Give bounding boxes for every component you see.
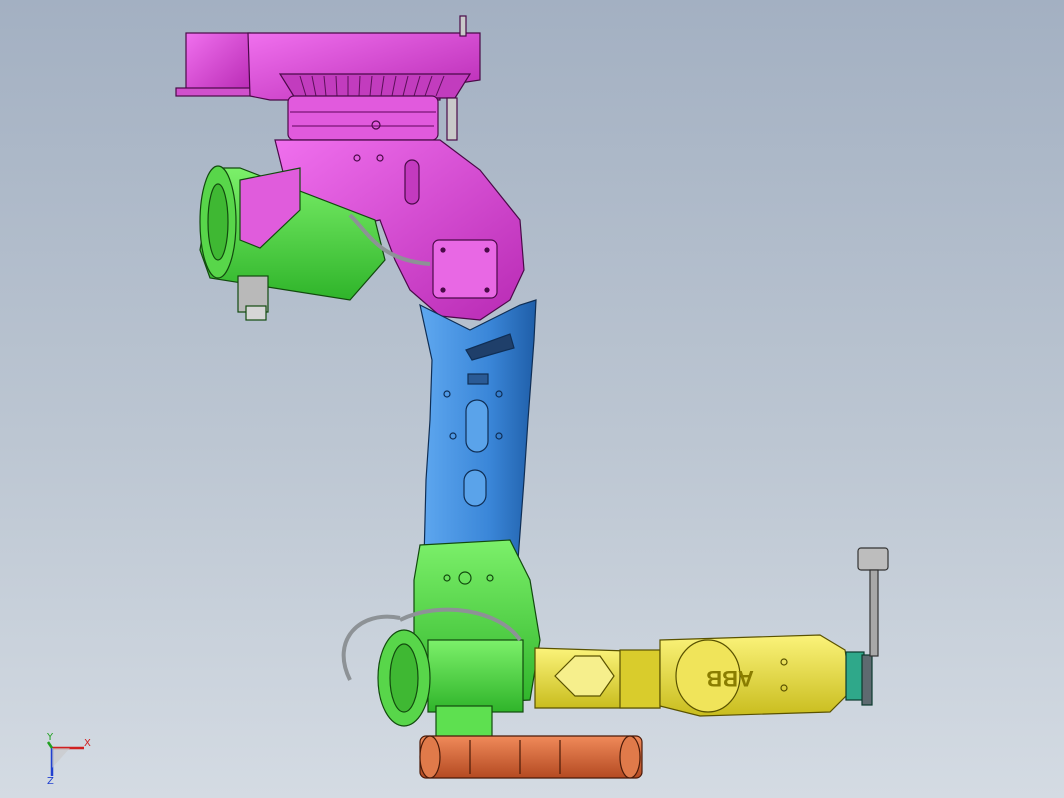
coordinate-triad: X Y Z — [46, 732, 91, 787]
axis3-motor — [377, 629, 524, 739]
triad-x-label: X — [84, 738, 91, 749]
counterweight — [419, 735, 643, 779]
base-post — [446, 97, 458, 141]
upper-arm-slot-mid — [465, 399, 489, 453]
triad-y-label: Y — [46, 732, 54, 743]
base-turntable — [287, 95, 439, 141]
cad-viewport[interactable]: ABB X Y Z — [0, 0, 1064, 798]
forearm: ABB — [534, 634, 853, 717]
base-ribbed-ring — [278, 73, 472, 99]
end-effector-tool — [857, 547, 889, 657]
shoulder-slot — [404, 159, 420, 205]
robot-base — [175, 15, 481, 141]
upper-arm-slot-low — [463, 469, 487, 507]
base-side-block — [185, 32, 251, 94]
base-pin — [459, 15, 467, 37]
wrist-flange — [845, 651, 873, 706]
abb-logo-text: ABB — [706, 666, 754, 691]
triad-z-label: Z — [47, 776, 54, 787]
upper-arm — [419, 299, 537, 561]
